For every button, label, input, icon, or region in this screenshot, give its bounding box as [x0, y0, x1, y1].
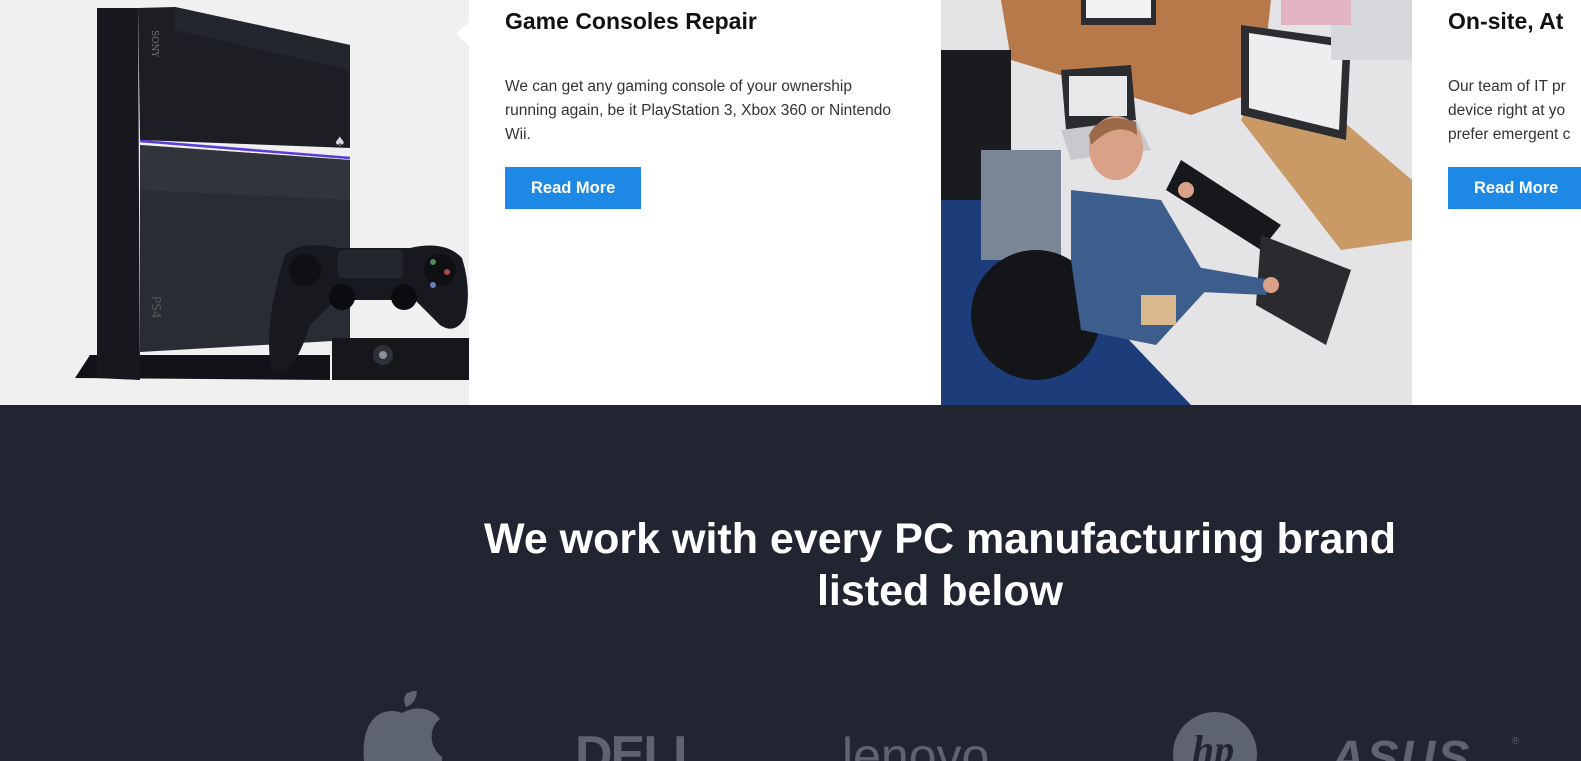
brands-section: We work with every PC manufacturing bran…: [0, 405, 1581, 761]
console-brand-text: SONY: [149, 30, 159, 58]
svg-text:lenovo: lenovo: [842, 728, 989, 761]
svg-text:DELL: DELL: [575, 727, 704, 761]
svg-text:®: ®: [1512, 736, 1520, 747]
asus-logo-icon: ASUS ®: [1330, 732, 1520, 761]
svg-text:ASUS: ASUS: [1330, 732, 1471, 761]
on-site-card: On-site, At Our team of IT pr device rig…: [1448, 0, 1581, 405]
lenovo-logo-icon: lenovo: [842, 728, 989, 761]
dell-logo-icon: DELL: [575, 727, 706, 761]
svg-text:hp: hp: [1192, 727, 1234, 761]
card-title: On-site, At: [1448, 8, 1564, 34]
read-more-button[interactable]: Read More: [1448, 167, 1581, 209]
game-consoles-card: Game Consoles Repair We can get any gami…: [505, 0, 925, 405]
read-more-button[interactable]: Read More: [505, 167, 642, 209]
apple-logo-icon: [363, 691, 442, 761]
console-model-text: PS4: [149, 296, 163, 319]
technician-at-desk-illustration: [941, 0, 1412, 405]
ps4-console-illustration: ♠ SONY PS4: [75, 7, 469, 380]
services-section: ♠ SONY PS4 Game Consoles Repair We can g…: [0, 0, 1581, 405]
game-console-image: ♠ SONY PS4: [0, 0, 469, 405]
card-pointer: [456, 22, 469, 46]
hp-logo-icon: hp: [1173, 712, 1257, 761]
card-description: We can get any gaming console of your ow…: [505, 78, 892, 143]
brands-heading: We work with every PC manufacturing bran…: [484, 515, 1396, 615]
technician-office-image: [941, 0, 1412, 405]
svg-text:♠: ♠: [334, 135, 346, 150]
card-description: Our team of IT pr device right at yo pre…: [1448, 78, 1571, 143]
card-title: Game Consoles Repair: [505, 8, 757, 34]
